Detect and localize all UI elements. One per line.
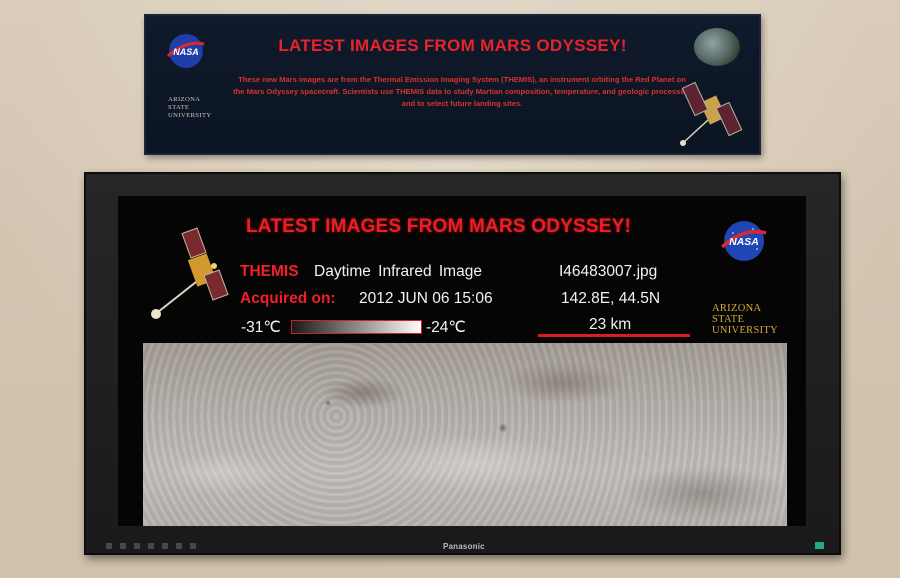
tv-power-indicator <box>815 542 824 549</box>
sign-description: These new Mars images are from the Therm… <box>233 75 691 108</box>
asu-logo: Arizona State University <box>712 303 778 336</box>
satellite-icon <box>680 81 743 146</box>
image-filename: I46483007.jpg <box>559 263 658 280</box>
svg-text:NASA: NASA <box>729 236 759 248</box>
asu-logo: Arizona State University <box>168 96 212 119</box>
instrument-label: THEMIS <box>240 263 299 280</box>
sign-title: LATEST IMAGES FROM MARS ODYSSEY! <box>278 36 627 55</box>
temperature-min: -31℃ <box>241 319 281 336</box>
temperature-max: -24℃ <box>426 319 466 336</box>
mars-globe-icon <box>694 28 740 66</box>
nasa-logo-icon: NASA <box>720 221 767 261</box>
temperature-scale-bar <box>291 320 422 334</box>
screen-title: LATEST IMAGES FROM MARS ODYSSEY! <box>246 216 632 237</box>
tv-control-buttons <box>106 543 196 549</box>
acquired-datetime: 2012 JUN 06 15:06 <box>359 290 493 307</box>
distance-scale-bar <box>538 334 690 337</box>
acquired-label: Acquired on: <box>240 290 336 307</box>
image-type: Daytime Infrared Image <box>314 263 482 280</box>
coordinates: 142.8E, 44.5N <box>561 290 661 307</box>
distance-scale-label: 23 km <box>589 316 632 333</box>
tv-brand-label: Panasonic <box>443 542 485 551</box>
satellite-icon <box>151 227 229 319</box>
info-sign: NASA Arizona State University LATEST IMA… <box>144 14 761 155</box>
mars-surface-image <box>143 343 787 526</box>
